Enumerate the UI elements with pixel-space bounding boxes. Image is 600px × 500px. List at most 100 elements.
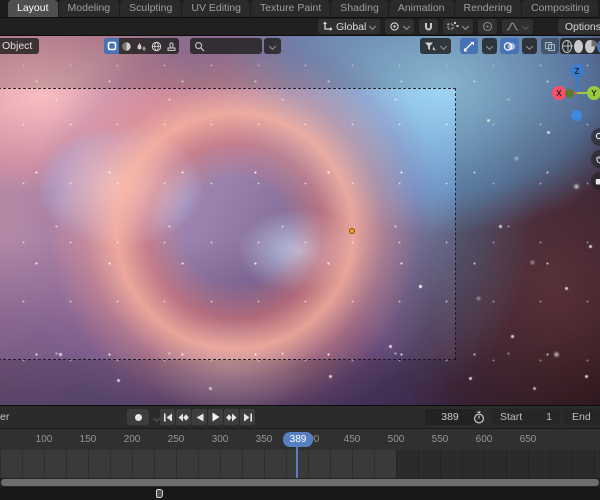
snap-target-icon bbox=[447, 22, 459, 30]
axis-z-neg-ball[interactable] bbox=[571, 110, 582, 121]
tool-settings-bar: Global Options bbox=[0, 18, 600, 36]
proportional-edit-icon bbox=[483, 21, 493, 32]
snap-target-dropdown[interactable] bbox=[443, 19, 474, 34]
frame-start-field[interactable]: Start 1 bbox=[492, 409, 560, 425]
tab-compositing[interactable]: Compositing bbox=[521, 0, 599, 17]
object-menu[interactable]: Object bbox=[0, 38, 40, 54]
tab-shading[interactable]: Shading bbox=[331, 0, 388, 17]
timeline-ruler[interactable]: 0 100 150 200 250 300 350 400 450 500 55… bbox=[0, 428, 600, 450]
paint-drops-icon[interactable] bbox=[134, 38, 149, 54]
falloff-curve-icon bbox=[507, 22, 519, 31]
shading-rendered-icon[interactable] bbox=[596, 39, 600, 53]
tab-sculpting[interactable]: Sculpting bbox=[120, 0, 182, 17]
selected-mode-icon[interactable] bbox=[104, 38, 119, 54]
playback-controls bbox=[160, 409, 255, 425]
axis-y-neg-ball[interactable] bbox=[565, 89, 574, 98]
object-origin-dot[interactable] bbox=[349, 228, 355, 234]
prev-keyframe-button[interactable] bbox=[176, 409, 191, 425]
timeline-menu-partial[interactable]: er bbox=[0, 411, 9, 423]
gizmos-toggle[interactable] bbox=[460, 38, 478, 54]
xray-icon bbox=[544, 41, 556, 51]
tab-modeling[interactable]: Modeling bbox=[58, 0, 120, 17]
shading-mode-group bbox=[560, 38, 600, 54]
ruler-tick-label: 600 bbox=[475, 434, 493, 445]
start-value: 1 bbox=[546, 411, 552, 423]
scrollbar-thumb[interactable] bbox=[1, 479, 599, 486]
sphere-icon[interactable] bbox=[119, 38, 134, 54]
shading-wireframe-icon[interactable] bbox=[562, 39, 573, 53]
gizmo-icon bbox=[464, 41, 474, 51]
hand-icon bbox=[596, 156, 600, 164]
header-collapse-dropdown[interactable] bbox=[264, 38, 281, 54]
navigation-gizmo[interactable]: Z X Y bbox=[545, 58, 600, 128]
timeline-scrollbar bbox=[0, 478, 600, 487]
viewport-3d[interactable]: Object Z X Y bbox=[0, 36, 600, 405]
record-icon bbox=[134, 413, 142, 421]
axis-x-ball[interactable]: X bbox=[552, 86, 566, 100]
shading-material-icon[interactable] bbox=[585, 39, 599, 53]
tab-layout[interactable]: Layout bbox=[8, 0, 58, 17]
ruler-tick-label: 450 bbox=[343, 434, 361, 445]
overlays-toggle[interactable] bbox=[500, 38, 519, 54]
chevron-down-icon bbox=[369, 23, 376, 30]
proportional-editing-toggle[interactable] bbox=[478, 19, 498, 34]
ruler-tick-label: 100 bbox=[35, 434, 53, 445]
search-input[interactable] bbox=[208, 40, 258, 52]
playhead-badge[interactable]: 389 bbox=[283, 432, 313, 447]
auto-keying-button[interactable] bbox=[127, 409, 149, 425]
timeline-tracks[interactable] bbox=[0, 450, 600, 478]
mode-icon-group bbox=[104, 38, 179, 54]
proportional-falloff-dropdown[interactable] bbox=[502, 19, 534, 34]
overlays-dropdown[interactable] bbox=[522, 38, 537, 54]
chevron-down-icon bbox=[526, 43, 533, 50]
axis-y-ball[interactable]: Y bbox=[587, 86, 600, 100]
play-button[interactable] bbox=[208, 409, 223, 425]
tab-rendering[interactable]: Rendering bbox=[454, 0, 521, 17]
tab-animation[interactable]: Animation bbox=[388, 0, 454, 17]
camera-border bbox=[0, 88, 456, 360]
object-menu-label: Object bbox=[2, 40, 33, 52]
current-frame-field[interactable]: 389 bbox=[425, 409, 475, 425]
timeline-header: er 389 Start 1 End bbox=[0, 405, 600, 428]
shading-solid-icon[interactable] bbox=[573, 39, 584, 53]
xray-toggle[interactable] bbox=[541, 38, 559, 54]
playhead-line[interactable] bbox=[296, 446, 298, 478]
ruler-tick-label: 250 bbox=[167, 434, 185, 445]
object-visibility-filter[interactable] bbox=[420, 38, 451, 54]
search-icon bbox=[194, 41, 205, 51]
viewport-search[interactable] bbox=[190, 38, 262, 54]
tab-texture-paint[interactable]: Texture Paint bbox=[250, 0, 331, 17]
pointer-icon bbox=[156, 489, 163, 498]
topbar: Layout Modeling Sculpting UV Editing Tex… bbox=[0, 0, 600, 18]
stars bbox=[0, 36, 1, 37]
snap-toggle[interactable] bbox=[419, 19, 439, 34]
axis-z-ball[interactable]: Z bbox=[570, 64, 584, 78]
next-keyframe-button[interactable] bbox=[224, 409, 239, 425]
chevron-down-icon bbox=[522, 23, 529, 30]
use-preview-range-button[interactable] bbox=[470, 409, 488, 425]
chevron-down-icon bbox=[403, 23, 410, 30]
options-button[interactable]: Options bbox=[557, 19, 600, 34]
play-reverse-button[interactable] bbox=[192, 409, 207, 425]
orientation-icon bbox=[323, 21, 333, 31]
ruler-tick-label: 350 bbox=[255, 434, 273, 445]
jump-to-end-button[interactable] bbox=[240, 409, 255, 425]
stamp-icon[interactable] bbox=[164, 38, 179, 54]
pivot-point-dropdown[interactable] bbox=[385, 19, 415, 34]
frame-end-field[interactable]: End 50 bbox=[564, 409, 600, 425]
gizmos-dropdown[interactable] bbox=[482, 38, 497, 54]
axis-z-label: Z bbox=[574, 66, 580, 76]
ruler-tick-label: 200 bbox=[123, 434, 141, 445]
globe-icon[interactable] bbox=[149, 38, 164, 54]
blender-window: Layout Modeling Sculpting UV Editing Tex… bbox=[0, 0, 600, 500]
ruler-tick-label: 650 bbox=[519, 434, 537, 445]
auto-keying-dropdown-icon[interactable] bbox=[153, 415, 160, 422]
visibility-filter-icon bbox=[425, 42, 436, 50]
playhead-frame-value: 389 bbox=[289, 434, 307, 445]
jump-to-start-button[interactable] bbox=[160, 409, 175, 425]
workspace-tabs: Layout Modeling Sculpting UV Editing Tex… bbox=[0, 0, 599, 17]
transform-orientation-dropdown[interactable]: Global bbox=[318, 19, 381, 34]
ruler-tick-label: 550 bbox=[431, 434, 449, 445]
tab-uv-editing[interactable]: UV Editing bbox=[182, 0, 250, 17]
axis-y-label: Y bbox=[591, 88, 597, 98]
